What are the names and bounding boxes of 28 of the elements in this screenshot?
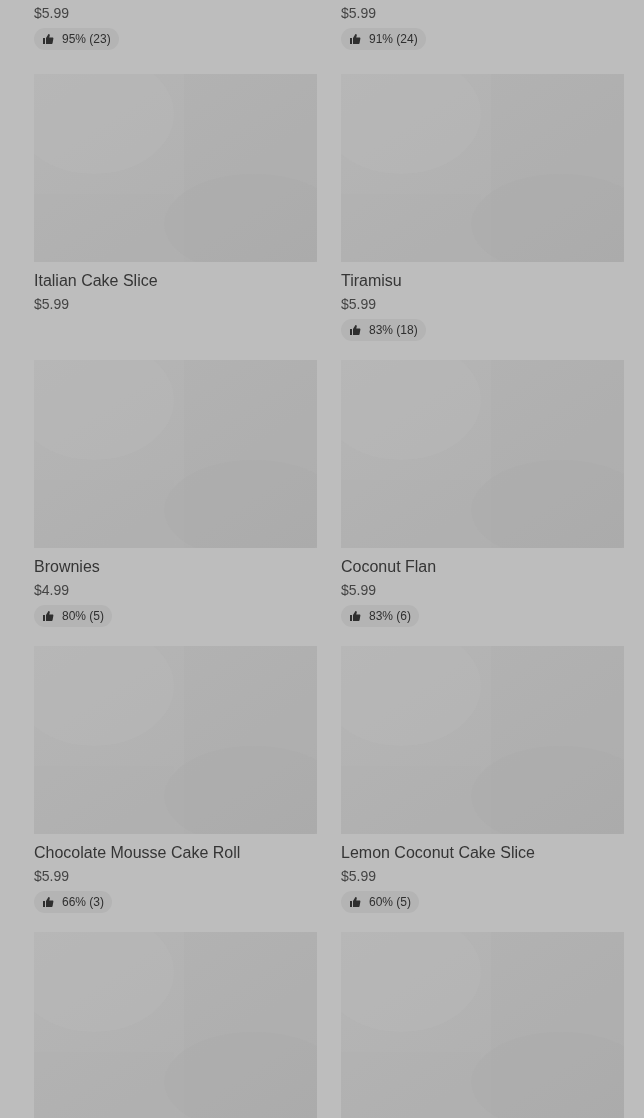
rating-badge: 80% (5) xyxy=(34,605,113,627)
item-name[interactable]: Coconut Flan xyxy=(341,554,437,580)
rating-badge: 95% (23) xyxy=(34,28,119,50)
item-price: $5.99 xyxy=(34,4,70,23)
rating-badge: 91% (24) xyxy=(341,28,426,50)
item-price: $5.99 xyxy=(341,4,377,23)
thumbs-up-icon xyxy=(42,33,54,45)
item-price: $5.99 xyxy=(34,295,70,314)
thumbs-up-icon xyxy=(349,610,361,622)
thumbs-up-icon xyxy=(349,33,361,45)
thumbs-up-icon xyxy=(349,324,361,336)
thumbs-up-icon xyxy=(349,896,361,908)
item-name[interactable]: Brownies xyxy=(34,554,100,580)
item-price: $4.99 xyxy=(34,581,70,600)
item-price: $5.99 xyxy=(341,581,377,600)
rating-badge: 83% (18) xyxy=(341,319,426,341)
item-price: $5.99 xyxy=(341,867,377,886)
item-name[interactable]: Tiramisu xyxy=(341,268,402,294)
thumbs-up-icon xyxy=(42,610,54,622)
thumbs-up-icon xyxy=(42,896,54,908)
item-name[interactable]: Lemon Coconut Cake Slice xyxy=(341,840,535,866)
rating-badge: 60% (5) xyxy=(341,891,420,913)
rating-badge: 66% (3) xyxy=(34,891,113,913)
rating-badge: 83% (6) xyxy=(341,605,420,627)
item-name[interactable]: Chocolate Mousse Cake Roll xyxy=(34,840,241,866)
item-price: $5.99 xyxy=(34,867,70,886)
item-price: $5.99 xyxy=(341,295,377,314)
item-name[interactable]: Italian Cake Slice xyxy=(34,268,158,294)
